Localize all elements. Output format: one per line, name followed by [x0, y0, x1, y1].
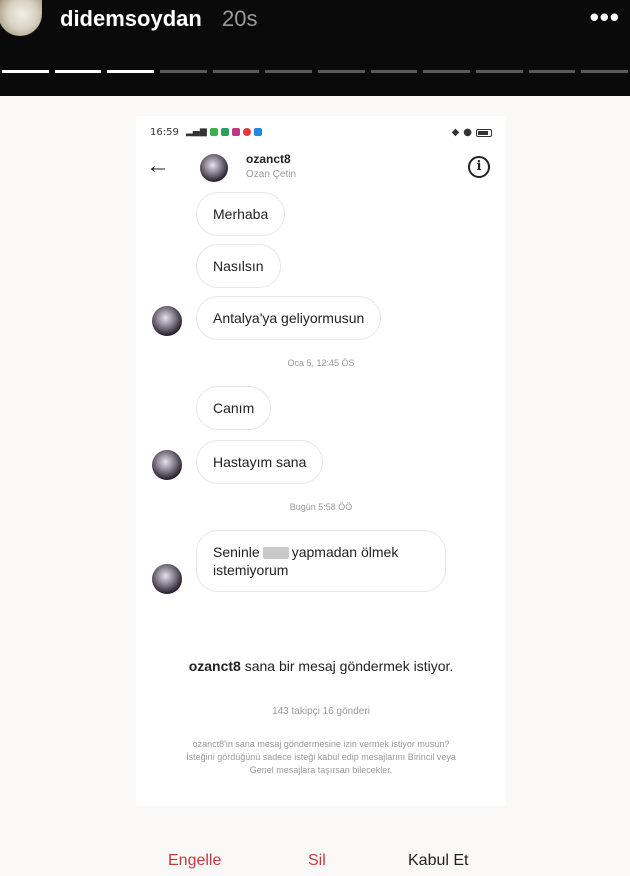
message-text: yapmadan ölmek: [291, 544, 399, 560]
avatar[interactable]: [152, 450, 182, 480]
progress-segment: [265, 70, 313, 73]
more-horizontal-icon[interactable]: •••: [590, 2, 620, 33]
request-actions: Engelle Sil Kabul Et: [0, 850, 630, 874]
status-right: ◆ ●: [452, 127, 492, 138]
request-username: ozanct8: [188, 658, 241, 674]
message-bubble[interactable]: Antalya'ya geliyormusun: [196, 296, 382, 340]
progress-segment: [160, 70, 207, 73]
message-timestamp: Bugün 5:58 ÖÖ: [289, 502, 353, 512]
message-text: istemiyorum: [213, 562, 289, 578]
request-description: ozanct8'in sana mesaj göndermesine izin …: [186, 739, 456, 775]
request-title: ozanct8 sana bir mesaj göndermek istiyor…: [176, 656, 466, 676]
message-bubble[interactable]: Hastayım sana: [196, 440, 324, 484]
message-text: Seninle: [213, 544, 260, 560]
progress-segment: [476, 70, 523, 73]
avatar[interactable]: [152, 306, 182, 336]
progress-segment: [581, 70, 629, 73]
status-icons: ▂▄▆: [186, 127, 262, 137]
story-progress-bar: [0, 70, 630, 74]
progress-segment: [107, 70, 155, 73]
story-header: didemsoydan 20s •••: [0, 0, 630, 96]
progress-segment: [318, 70, 365, 73]
dm-full-name: Ozan Çetin: [246, 169, 297, 180]
arrow-left-icon[interactable]: ←: [146, 152, 170, 180]
dm-header: ← ozanct8 Ozan Çetin i: [136, 146, 506, 190]
story-avatar[interactable]: [0, 0, 42, 36]
block-button[interactable]: Engelle: [168, 852, 221, 870]
message-text: Hastayım sana: [213, 454, 307, 470]
dm-username[interactable]: ozanct8: [246, 152, 291, 166]
app-notification-icon: [220, 128, 229, 136]
progress-segment: [423, 70, 471, 73]
message-text: Antalya'ya geliyormusun: [213, 310, 365, 326]
alarm-icon: ●: [463, 127, 472, 138]
message-bubble[interactable]: Nasılsın: [196, 244, 281, 288]
wifi-icon: ◆: [451, 127, 460, 138]
app-notification-icon: [253, 128, 262, 136]
message-bubble[interactable]: Canım: [196, 386, 272, 430]
story-username[interactable]: didemsoydan: [60, 6, 202, 32]
request-title-text: sana bir mesaj göndermek istiyor.: [240, 658, 454, 674]
progress-segment: [212, 70, 260, 73]
avatar[interactable]: [200, 154, 228, 182]
info-icon[interactable]: i: [468, 156, 490, 178]
avatar[interactable]: [152, 564, 182, 594]
progress-segment: [528, 70, 576, 73]
request-stats: 143 takipçi 16 gönderi: [272, 706, 370, 717]
message-timestamp: Oca 5, 12:45 ÖS: [287, 358, 355, 368]
instagram-notification-icon: [231, 128, 240, 136]
status-time: 16:59: [150, 127, 179, 138]
app-notification-icon: [242, 128, 251, 136]
censored-word: [262, 547, 289, 560]
accept-button[interactable]: Kabul Et: [408, 852, 468, 870]
message-bubble[interactable]: Merhaba: [196, 192, 286, 236]
story-time: 20s: [222, 6, 258, 31]
message-text: Merhaba: [213, 206, 269, 222]
message-text: Canım: [213, 400, 255, 416]
battery-icon: [476, 128, 492, 137]
message-bubble[interactable]: Seninle yapmadan ölmek istemiyorum: [196, 530, 446, 592]
signal-icon: ▂▄▆: [186, 127, 207, 137]
dm-screenshot: 16:59 ▂▄▆ ◆ ● ← ozanct8 Ozan Çetin i Mer…: [136, 116, 506, 806]
app-notification-icon: [209, 128, 218, 136]
progress-segment: [2, 70, 49, 73]
status-bar: 16:59 ▂▄▆ ◆ ●: [146, 124, 496, 144]
progress-segment: [54, 70, 102, 73]
message-text: Nasılsın: [213, 258, 264, 274]
delete-button[interactable]: Sil: [308, 852, 326, 870]
progress-segment: [370, 70, 418, 73]
